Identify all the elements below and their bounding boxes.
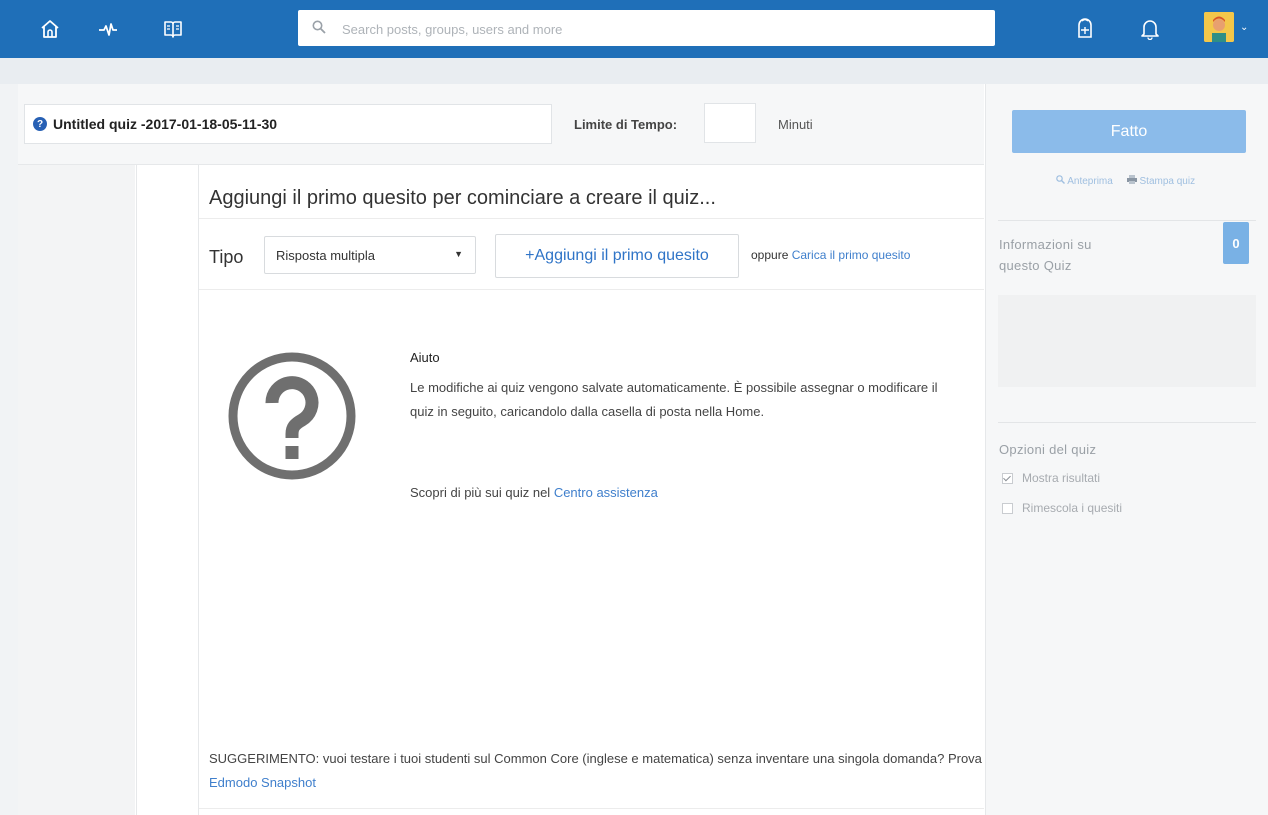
question-list-panel: [18, 165, 135, 815]
shuffle-questions-label: Rimescola i quesiti: [1022, 501, 1123, 515]
help-question-mark-icon: [227, 351, 357, 486]
home-icon[interactable]: [35, 14, 65, 44]
quiz-options-title: Opzioni del quiz: [999, 442, 1097, 457]
quiz-info-box[interactable]: [998, 295, 1256, 387]
help-more-text: Scopri di più sui quiz nel: [410, 485, 554, 500]
time-limit-label: Limite di Tempo:: [574, 117, 678, 132]
divider: [998, 422, 1256, 423]
question-type-value: Risposta multipla: [276, 247, 375, 263]
divider: [998, 220, 1256, 221]
add-first-question-button[interactable]: +Aggiungi il primo quesito: [495, 234, 739, 278]
shuffle-questions-option[interactable]: Rimescola i quesiti: [1002, 501, 1122, 515]
print-quiz-link[interactable]: Stampa quiz: [1126, 175, 1195, 187]
top-nav-bar: ⌄: [0, 0, 1268, 58]
show-results-label: Mostra risultati: [1022, 471, 1101, 485]
quiz-header: ? Untitled quiz -2017-01-18-05-11-30 Lim…: [18, 84, 984, 165]
dropdown-arrow-icon: ▼: [454, 249, 463, 259]
tip-body: SUGGERIMENTO: vuoi testare i tuoi studen…: [209, 751, 982, 766]
quiz-title-field[interactable]: ? Untitled quiz -2017-01-18-05-11-30: [24, 104, 552, 144]
chevron-down-icon[interactable]: ⌄: [1240, 22, 1248, 33]
sub-header-strip: [0, 58, 1268, 84]
quiz-editor: Aggiungi il primo quesito per cominciare…: [199, 165, 984, 815]
or-text: oppure: [751, 248, 789, 262]
magnifier-icon: [1056, 175, 1065, 184]
search-bar[interactable]: [298, 10, 995, 46]
help-more-row: Scopri di più sui quiz nel Centro assist…: [410, 485, 658, 500]
time-limit-unit: Minuti: [778, 117, 813, 132]
show-results-checkbox[interactable]: [1002, 472, 1013, 484]
left-gutter: [0, 84, 18, 815]
backpack-icon[interactable]: [1070, 14, 1100, 44]
activity-icon[interactable]: [93, 14, 123, 44]
show-results-option[interactable]: Mostra risultati: [1002, 471, 1100, 485]
divider: [199, 218, 984, 219]
quiz-title[interactable]: Untitled quiz -2017-01-18-05-11-30: [53, 116, 277, 132]
done-button[interactable]: Fatto: [1012, 110, 1246, 153]
info-count-badge[interactable]: 0: [1223, 222, 1249, 264]
search-input[interactable]: [340, 15, 974, 43]
help-text: Le modifiche ai quiz vengono salvate aut…: [410, 380, 938, 419]
preview-print-row: Anteprima Stampa quiz: [1056, 175, 1195, 187]
question-type-label: Tipo: [209, 247, 244, 267]
time-limit-input[interactable]: [704, 103, 756, 143]
edmodo-snapshot-link[interactable]: Edmodo Snapshot: [209, 775, 316, 790]
question-number-column: [136, 165, 199, 815]
right-sidebar: Fatto Anteprima Stampa quiz Informazioni…: [985, 84, 1268, 815]
upload-question-row: oppure Carica il primo quesito: [751, 248, 910, 262]
question-type-select[interactable]: Risposta multipla ▼: [264, 236, 476, 274]
printer-icon: [1126, 175, 1137, 184]
quiz-info-title: Informazioni su questo Quiz: [999, 237, 1092, 273]
library-book-icon[interactable]: [158, 14, 188, 44]
quiz-icon: ?: [33, 117, 47, 131]
user-avatar[interactable]: [1204, 12, 1234, 42]
shuffle-questions-checkbox[interactable]: [1002, 502, 1013, 514]
notifications-bell-icon[interactable]: [1135, 14, 1165, 44]
preview-link[interactable]: Anteprima: [1056, 175, 1116, 187]
tip-text: SUGGERIMENTO: vuoi testare i tuoi studen…: [209, 747, 984, 795]
divider: [199, 289, 984, 290]
page-title: Aggiungi il primo quesito per cominciare…: [209, 187, 716, 209]
upload-first-question-link[interactable]: Carica il primo quesito: [792, 248, 911, 262]
help-title: Aiuto: [410, 350, 440, 365]
help-center-link[interactable]: Centro assistenza: [554, 485, 658, 500]
divider: [199, 808, 984, 809]
search-icon: [312, 20, 326, 34]
